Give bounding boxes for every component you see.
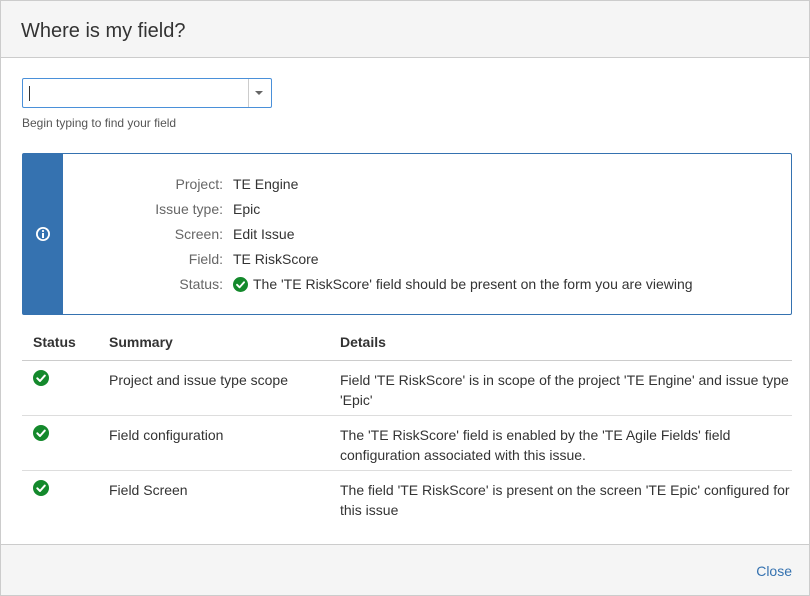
status-cell [22,470,98,525]
details-cell: The 'TE RiskScore' field is enabled by t… [329,415,792,471]
info-value: TE Engine [233,176,299,192]
info-status-value: The 'TE RiskScore' field should be prese… [233,274,693,294]
table-row: Project and issue type scope Field 'TE R… [22,360,792,416]
summary-cell: Project and issue type scope [98,360,329,416]
check-circle-icon [233,277,248,292]
info-panel-bar [23,154,63,314]
info-value: Edit Issue [233,226,295,242]
info-label: Screen: [174,226,223,242]
column-header-details: Details [329,324,792,361]
column-header-status: Status [22,324,98,361]
status-cell [22,360,98,416]
summary-cell: Field Screen [109,481,188,498]
details-cell: Field 'TE RiskScore' is in scope of the … [329,360,792,416]
info-value: Epic [233,201,261,217]
details-cell: The field 'TE RiskScore' is present on t… [340,481,790,518]
info-label: Issue type: [155,201,223,217]
summary-cell: Field configuration [98,415,329,471]
close-link[interactable]: Close [756,563,792,579]
info-panel: Project: TE Engine Issue type: Epic Scre… [22,153,792,315]
dialog-title: Where is my field? [21,20,186,42]
column-header-summary: Summary [98,324,329,361]
check-circle-icon [33,369,49,386]
info-label: Status: [179,276,223,292]
info-status-text: The 'TE RiskScore' field should be prese… [253,276,693,292]
table-header-row: Status Summary Details [22,324,792,361]
check-circle-icon [33,479,49,496]
dialog-footer: Close [1,544,809,595]
info-value: TE RiskScore [233,251,319,267]
dropdown-arrow-icon[interactable] [249,79,271,107]
table-row: Field Screen The field 'TE RiskScore' is… [22,470,792,525]
dialog-header: Where is my field? [1,1,809,58]
where-is-my-field-dialog: Where is my field? Begin typing to find … [0,0,810,596]
info-icon [36,227,50,241]
text-cursor [29,86,30,101]
field-search-select[interactable] [22,78,272,108]
status-cell [22,415,98,471]
table-row: Field configuration The 'TE RiskScore' f… [22,415,792,471]
field-checks-table: Status Summary Details Project and issue… [22,324,792,525]
check-circle-icon [33,424,49,441]
info-label: Field: [188,251,223,267]
info-label: Project: [175,176,223,192]
search-hint: Begin typing to find your field [22,116,177,130]
